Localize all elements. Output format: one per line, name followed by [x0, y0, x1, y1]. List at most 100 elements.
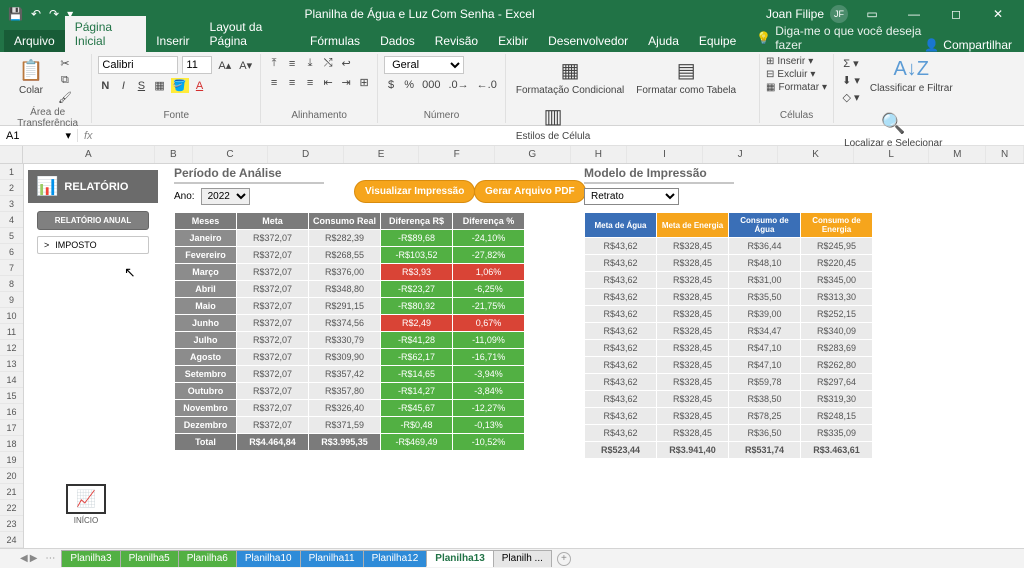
ribbon-tab-layout-da-página[interactable]: Layout da Página — [200, 16, 301, 52]
merge-icon[interactable]: ⊞ — [357, 75, 371, 90]
minimize-icon[interactable]: — — [896, 7, 932, 21]
sheet-tab-Planilha5[interactable]: Planilha5 — [120, 550, 179, 567]
row-header-19[interactable]: 19 — [0, 452, 23, 468]
tab-nav-first-icon[interactable]: ◀ — [20, 553, 28, 564]
row-header-1[interactable]: 1 — [0, 164, 23, 180]
tell-me[interactable]: 💡 Diga-me o que você deseja fazer — [756, 24, 924, 52]
find-select-button[interactable]: 🔍Localizar e Selecionar — [840, 109, 946, 151]
add-sheet-icon[interactable]: + — [557, 552, 571, 566]
worksheet-area[interactable]: ABCDEFGHIJKLMN 1234567891011121314151617… — [0, 146, 1024, 548]
col-header-A[interactable]: A — [23, 146, 155, 163]
ribbon-tab-exibir[interactable]: Exibir — [488, 30, 538, 52]
currency-icon[interactable]: $ — [384, 78, 398, 92]
visualizar-button[interactable]: Visualizar Impressão — [354, 180, 475, 203]
col-header-B[interactable]: B — [155, 146, 193, 163]
save-icon[interactable]: 💾 — [8, 7, 23, 21]
share-button[interactable]: 👤 Compartilhar — [924, 38, 1012, 52]
col-header-L[interactable]: L — [854, 146, 930, 163]
row-header-22[interactable]: 22 — [0, 500, 23, 516]
underline-icon[interactable]: S — [134, 79, 148, 93]
row-header-11[interactable]: 11 — [0, 324, 23, 340]
select-all-corner[interactable] — [0, 146, 23, 163]
ribbon-tab-ajuda[interactable]: Ajuda — [638, 30, 689, 52]
fill-color-icon[interactable]: 🪣 — [171, 78, 189, 93]
sheet-tab-Planilh ...[interactable]: Planilh ... — [493, 550, 552, 567]
row-header-17[interactable]: 17 — [0, 420, 23, 436]
sheet-tab-Planilha3[interactable]: Planilha3 — [61, 550, 120, 567]
chevron-down-icon[interactable]: ▾ — [65, 129, 71, 142]
border-icon[interactable]: ▦ — [152, 78, 166, 93]
ribbon-tab-inserir[interactable]: Inserir — [146, 30, 199, 52]
align-center-icon[interactable]: ≡ — [285, 76, 299, 90]
ribbon-tab-desenvolvedor[interactable]: Desenvolvedor — [538, 30, 638, 52]
orientation-icon[interactable]: ⤭ — [321, 56, 335, 71]
name-box[interactable]: A1 ▾ — [0, 129, 78, 142]
align-bottom-icon[interactable]: ⤓ — [303, 56, 317, 71]
col-header-K[interactable]: K — [778, 146, 854, 163]
ano-select[interactable]: 2022 — [201, 188, 250, 205]
col-header-J[interactable]: J — [703, 146, 779, 163]
ribbon-tab-equipe[interactable]: Equipe — [689, 30, 746, 52]
fill-icon[interactable]: ⬇ ▾ — [840, 73, 862, 88]
ribbon-tab-revisão[interactable]: Revisão — [425, 30, 488, 52]
row-header-4[interactable]: 4 — [0, 212, 23, 228]
ribbon-options-icon[interactable]: ▭ — [854, 7, 890, 21]
row-header-9[interactable]: 9 — [0, 292, 23, 308]
decrease-indent-icon[interactable]: ⇤ — [321, 75, 335, 90]
row-header-3[interactable]: 3 — [0, 196, 23, 212]
align-top-icon[interactable]: ⤒ — [267, 56, 281, 71]
row-header-6[interactable]: 6 — [0, 244, 23, 260]
format-cells-button[interactable]: ▦ Formatar ▾ — [766, 82, 827, 93]
autosum-icon[interactable]: Σ ▾ — [840, 56, 862, 71]
row-header-23[interactable]: 23 — [0, 516, 23, 532]
sheet-tab-Planilha11[interactable]: Planilha11 — [300, 550, 364, 567]
font-name-input[interactable] — [98, 56, 178, 74]
delete-cells-button[interactable]: ⊟ Excluir ▾ — [766, 69, 827, 80]
sheet-tab-Planilha12[interactable]: Planilha12 — [363, 550, 428, 567]
paste-button[interactable]: 📋 Colar — [10, 56, 52, 98]
undo-icon[interactable]: ↶ — [31, 7, 41, 21]
col-header-G[interactable]: G — [495, 146, 571, 163]
row-header-10[interactable]: 10 — [0, 308, 23, 324]
ribbon-tab-arquivo[interactable]: Arquivo — [4, 30, 65, 52]
percent-icon[interactable]: % — [402, 78, 416, 92]
user-avatar[interactable]: JF — [830, 5, 848, 23]
decrease-font-icon[interactable]: A▾ — [237, 58, 254, 73]
align-middle-icon[interactable]: ≡ — [285, 57, 299, 71]
clear-icon[interactable]: ◇ ▾ — [840, 90, 862, 105]
close-icon[interactable]: ✕ — [980, 7, 1016, 21]
format-as-table-button[interactable]: ▤Formatar como Tabela — [632, 56, 740, 98]
col-header-E[interactable]: E — [344, 146, 420, 163]
modelo-select[interactable]: Retrato — [584, 188, 679, 205]
comma-icon[interactable]: 000 — [420, 78, 442, 92]
increase-font-icon[interactable]: A▴ — [216, 58, 233, 73]
row-header-8[interactable]: 8 — [0, 276, 23, 292]
row-header-21[interactable]: 21 — [0, 484, 23, 500]
row-header-20[interactable]: 20 — [0, 468, 23, 484]
redo-icon[interactable]: ↷ — [49, 7, 59, 21]
col-header-H[interactable]: H — [571, 146, 628, 163]
tab-overflow-icon[interactable]: ⋯ — [45, 553, 55, 564]
insert-cells-button[interactable]: ⊞ Inserir ▾ — [766, 56, 827, 67]
row-header-7[interactable]: 7 — [0, 260, 23, 276]
row-header-14[interactable]: 14 — [0, 372, 23, 388]
gerar-pdf-button[interactable]: Gerar Arquivo PDF — [474, 180, 586, 203]
conditional-formatting-button[interactable]: ▦Formatação Condicional — [512, 56, 628, 98]
sheet-tab-Planilha6[interactable]: Planilha6 — [178, 550, 237, 567]
align-right-icon[interactable]: ≡ — [303, 76, 317, 90]
bold-icon[interactable]: N — [98, 79, 112, 93]
decrease-decimal-icon[interactable]: ←.0 — [475, 78, 499, 92]
tab-nav-last-icon[interactable]: ▶ — [30, 553, 38, 564]
imposto-item[interactable]: >IMPOSTO — [37, 236, 149, 254]
wrap-text-icon[interactable]: ↩ — [339, 56, 353, 71]
user-name[interactable]: Joan Filipe — [766, 7, 824, 21]
align-left-icon[interactable]: ≡ — [267, 76, 281, 90]
ribbon-tab-dados[interactable]: Dados — [370, 30, 425, 52]
row-header-15[interactable]: 15 — [0, 388, 23, 404]
increase-decimal-icon[interactable]: .0→ — [446, 78, 470, 92]
sheet-tab-Planilha10[interactable]: Planilha10 — [236, 550, 301, 567]
row-header-5[interactable]: 5 — [0, 228, 23, 244]
col-header-I[interactable]: I — [627, 146, 703, 163]
row-header-24[interactable]: 24 — [0, 532, 23, 548]
ribbon-tab-página-inicial[interactable]: Página Inicial — [65, 16, 147, 52]
